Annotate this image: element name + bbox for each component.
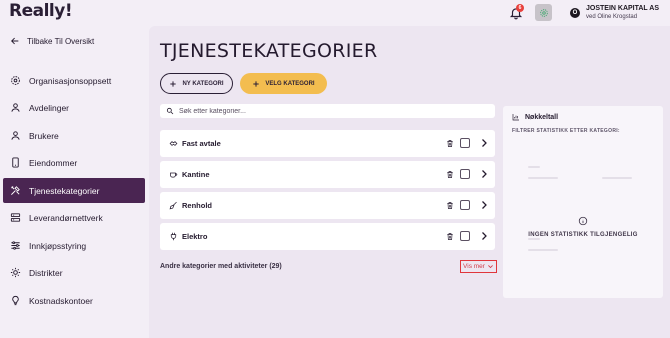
plus-icon [170, 80, 177, 87]
sidebar-item-label: Distrikter [29, 267, 63, 278]
coffee-icon [170, 172, 178, 178]
category-row[interactable]: Elektro [160, 223, 495, 250]
search-icon [166, 107, 174, 115]
app-logo[interactable]: Really! [9, 1, 73, 21]
main-content: TJENESTEKATEGORIER NY KATEGORI VELG KATE… [149, 26, 670, 338]
top-bar: Really! 6 O JOSTEIN KAPITAL AS ved Oline… [0, 0, 670, 26]
sidebar-item-kostnadskontoer[interactable]: Kostnadskontoer [3, 288, 145, 313]
no-stats-message: INGEN STATISTIKK TILGJENGELIG [528, 232, 638, 238]
back-link-label: Tilbake Til Oversikt [27, 36, 95, 46]
sidebar-item-innkjopsstyring[interactable]: Innkjøpsstyring [3, 233, 145, 258]
sidebar-item-label: Avdelinger [29, 102, 70, 113]
other-categories-label: Andre kategorier med aktiviteter (29) [160, 263, 282, 270]
placeholder-line [528, 177, 558, 179]
sidebar-item-label: Eiendommer [29, 157, 78, 168]
handshake-icon [169, 141, 178, 146]
stats-filter-label: FILTRER STATISTIKK ETTER KATEGORI: [512, 128, 620, 134]
placeholder-line [602, 177, 632, 179]
sidebar-item-leverandornettverk[interactable]: Leverandørnettverk [3, 205, 145, 230]
stats-placeholder-area [512, 140, 655, 290]
placeholder-line [528, 249, 558, 251]
sliders-icon [11, 241, 20, 250]
sidebar-item-label: Brukere [29, 130, 59, 141]
person-icon [11, 131, 20, 140]
trash-icon[interactable] [446, 170, 454, 179]
sun-icon [10, 267, 21, 278]
chevron-right-icon[interactable] [480, 138, 488, 148]
plus-icon [253, 80, 260, 87]
chevron-right-icon[interactable] [480, 231, 488, 241]
category-label: Renhold [182, 201, 212, 210]
chevron-right-icon[interactable] [480, 169, 488, 179]
sidebar-item-eiendommer[interactable]: Eiendommer [3, 150, 145, 175]
arrow-left-icon [11, 37, 19, 45]
category-row[interactable]: Fast avtale [160, 130, 495, 157]
bulb-icon [12, 295, 19, 306]
sidebar-item-label: Innkjøpsstyring [29, 240, 87, 251]
category-checkbox[interactable] [460, 231, 470, 241]
trash-icon[interactable] [446, 201, 454, 210]
broom-icon [169, 201, 177, 210]
trash-icon[interactable] [446, 232, 454, 241]
sidebar-item-brukere[interactable]: Brukere [3, 123, 145, 148]
key-figures-header: Nøkkeltall [512, 113, 558, 121]
company-name[interactable]: JOSTEIN KAPITAL AS [586, 5, 659, 12]
sidebar-item-organisasjonsoppsett[interactable]: Organisasjonsoppsett [3, 68, 145, 93]
sidebar-item-tjenestekategorier[interactable]: Tjenestekategorier [3, 178, 145, 203]
bar-chart-icon [512, 114, 519, 121]
category-label: Kantine [182, 170, 210, 179]
sidebar-item-label: Kostnadskontoer [29, 295, 93, 306]
sidebar-item-label: Leverandørnettverk [29, 212, 103, 223]
placeholder-line [528, 238, 540, 240]
key-figures-title: Nøkkeltall [525, 113, 559, 121]
search-field[interactable] [160, 104, 495, 118]
category-checkbox[interactable] [460, 200, 470, 210]
tools-icon [11, 186, 20, 195]
category-label: Fast avtale [182, 139, 221, 148]
category-row[interactable]: Kantine [160, 161, 495, 188]
search-input[interactable] [179, 107, 479, 115]
network-icon [10, 213, 21, 222]
category-row[interactable]: Renhold [160, 192, 495, 219]
category-label: Elektro [182, 232, 208, 241]
sidebar-item-avdelinger[interactable]: Avdelinger [3, 95, 145, 120]
company-avatar[interactable]: O [570, 8, 580, 18]
info-icon [578, 216, 588, 226]
choose-category-label: VELG KATEGORI [265, 80, 315, 87]
new-category-label: NY KATEGORI [182, 80, 224, 87]
chevron-down-icon [488, 265, 493, 269]
settings-button[interactable] [535, 4, 552, 21]
sidebar-item-distrikter[interactable]: Distrikter [3, 260, 145, 285]
sidebar-item-label: Tjenestekategorier [29, 185, 100, 196]
key-figures-panel: Nøkkeltall FILTRER STATISTIKK ETTER KATE… [503, 106, 663, 298]
placeholder-line [528, 166, 540, 168]
sidebar-item-label: Organisasjonsoppsett [29, 75, 112, 86]
show-more-label: Vis mer [463, 263, 485, 270]
back-to-overview-link[interactable]: Tilbake Til Oversikt [10, 35, 94, 47]
category-checkbox[interactable] [460, 138, 470, 148]
plug-icon [170, 232, 177, 241]
category-checkbox[interactable] [460, 169, 470, 179]
sidebar: Tilbake Til Oversikt Organisasjonsoppset… [0, 26, 148, 338]
trash-icon[interactable] [446, 139, 454, 148]
show-more-button[interactable]: Vis mer [460, 260, 497, 273]
gear-icon [539, 8, 548, 17]
company-user: ved Oline Krogstad [586, 14, 638, 20]
gear-icon [11, 76, 20, 85]
chevron-right-icon[interactable] [480, 200, 488, 210]
new-category-button[interactable]: NY KATEGORI [160, 73, 233, 94]
notification-badge: 6 [516, 4, 524, 12]
choose-category-button[interactable]: VELG KATEGORI [240, 73, 327, 94]
page-title: TJENESTEKATEGORIER [160, 40, 378, 62]
person-icon [11, 103, 20, 112]
phone-icon [12, 157, 19, 168]
